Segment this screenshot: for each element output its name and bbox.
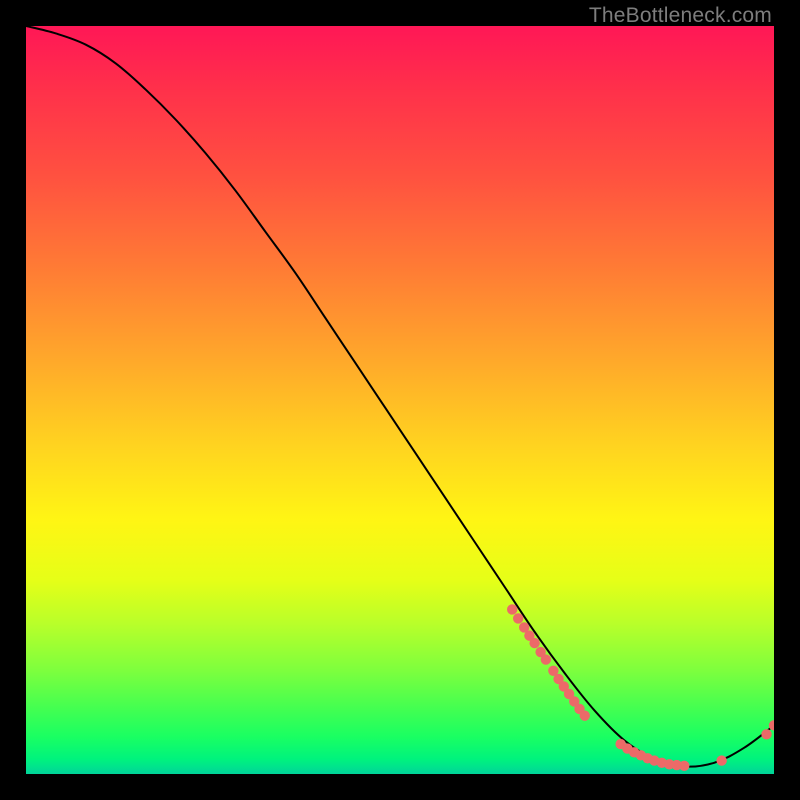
data-point (513, 613, 523, 623)
data-point (507, 604, 517, 614)
data-point (761, 729, 771, 739)
chart-stage: TheBottleneck.com (0, 0, 800, 800)
bottleneck-curve (26, 26, 774, 767)
watermark-text: TheBottleneck.com (589, 4, 772, 28)
curve-layer (26, 26, 774, 774)
data-point (716, 755, 726, 765)
data-point (541, 654, 551, 664)
data-point (679, 761, 689, 771)
data-point (529, 638, 539, 648)
data-point (580, 710, 590, 720)
plot-area (26, 26, 774, 774)
